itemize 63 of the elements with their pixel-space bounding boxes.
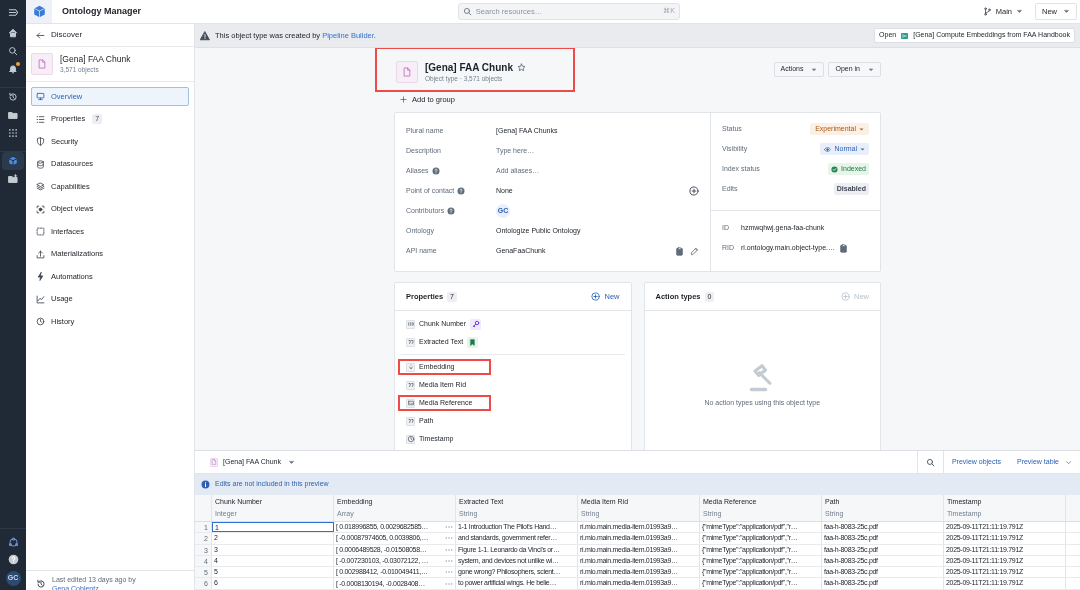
object-name: [Gena] FAA Chunk xyxy=(60,53,131,65)
add-circle-icon xyxy=(689,186,699,196)
app-title: Ontology Manager xyxy=(62,4,141,18)
clipboard-icon xyxy=(675,246,684,256)
pipeline-icon xyxy=(900,31,910,40)
home-icon xyxy=(8,28,18,38)
help-icon xyxy=(7,554,19,565)
search-icon xyxy=(462,7,472,16)
caret-icon xyxy=(288,458,295,466)
back-arrow-icon xyxy=(36,30,45,40)
folder-icon xyxy=(8,110,18,120)
rail-button[interactable] xyxy=(2,152,24,170)
cube-icon xyxy=(8,156,18,166)
help-icon xyxy=(447,207,456,215)
branch-icon xyxy=(982,7,992,16)
history-icon xyxy=(8,92,18,102)
monitor-icon xyxy=(36,92,45,101)
search-icon xyxy=(925,457,935,467)
info-icon xyxy=(201,480,210,489)
layers-icon xyxy=(36,182,45,191)
help-icon xyxy=(457,187,466,195)
help-icon xyxy=(431,167,440,175)
grid-icon xyxy=(8,128,18,138)
warning-icon xyxy=(200,30,210,41)
database-icon xyxy=(36,159,45,169)
caret-icon xyxy=(860,146,865,152)
add-circle-icon xyxy=(591,292,601,302)
shield-icon xyxy=(36,137,45,146)
bell-icon xyxy=(8,64,18,74)
add-circle-icon xyxy=(841,292,850,302)
lightning-icon xyxy=(36,272,45,281)
document-icon xyxy=(31,53,53,75)
line-chart-icon xyxy=(36,294,45,304)
caret-icon xyxy=(868,66,874,73)
document-icon xyxy=(396,61,418,83)
chevron-down-icon xyxy=(1065,458,1072,466)
caret-icon xyxy=(1016,8,1023,15)
bookmark-icon xyxy=(467,336,479,348)
clipboard-icon xyxy=(839,243,849,253)
upload-icon xyxy=(36,249,45,259)
back-link[interactable]: Discover xyxy=(26,24,194,47)
menu-icon xyxy=(7,6,19,18)
document-icon xyxy=(210,457,218,467)
key-icon xyxy=(470,318,482,330)
history-icon xyxy=(36,579,46,589)
caret-icon xyxy=(1063,8,1070,15)
dashed-square-icon xyxy=(36,227,45,236)
apps-network-icon xyxy=(7,537,19,548)
object-title: [Gena] FAA Chunk xyxy=(425,60,513,74)
caret-icon xyxy=(859,126,864,132)
plus-icon xyxy=(400,96,407,104)
clock-icon xyxy=(36,317,45,326)
list-icon xyxy=(36,114,45,124)
check-icon xyxy=(831,165,839,173)
eye-icon xyxy=(824,145,832,153)
search-icon xyxy=(8,46,18,56)
folder-plus-icon xyxy=(8,174,18,184)
edit-icon xyxy=(690,246,699,256)
search-button[interactable] xyxy=(916,451,944,473)
view-icon xyxy=(36,204,45,214)
caret-icon xyxy=(811,66,818,73)
cube-logo-icon xyxy=(32,5,46,18)
star-icon xyxy=(516,62,526,72)
